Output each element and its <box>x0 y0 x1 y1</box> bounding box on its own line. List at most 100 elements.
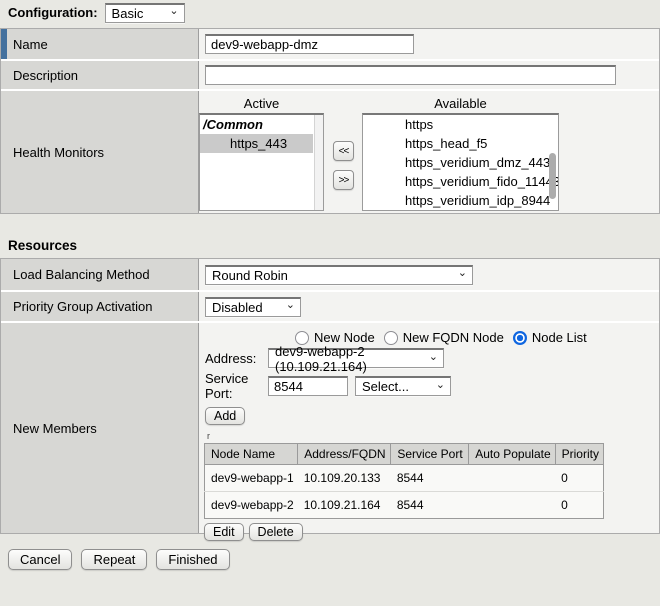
members-table: Node Name Address/FQDN Service Port Auto… <box>204 443 604 519</box>
available-monitors-listbox[interactable]: https https_head_f5 https_veridium_dmz_4… <box>362 113 559 211</box>
move-to-available-button[interactable]: >> <box>333 170 354 190</box>
chevron-down-icon: ⌄ <box>286 300 295 310</box>
members-header-node-name: Node Name <box>205 444 298 465</box>
description-label: Description <box>13 68 78 83</box>
active-listbox-scrollbar[interactable] <box>314 115 323 210</box>
member-auto-populate <box>469 492 555 519</box>
footer-actions: Cancel Repeat Finished <box>8 549 230 570</box>
member-node-name: dev9-webapp-1 <box>205 465 298 492</box>
load-balancing-row: Load Balancing Method Round Robin ⌄ <box>1 259 659 290</box>
cancel-button[interactable]: Cancel <box>8 549 72 570</box>
new-members-label-cell: New Members <box>1 323 199 533</box>
radio-button-icon[interactable] <box>513 331 527 345</box>
priority-group-select[interactable]: Disabled ⌄ <box>205 297 301 317</box>
stray-text: r <box>207 432 659 440</box>
available-monitors-column: Available https https_head_f5 https_veri… <box>362 95 559 211</box>
configuration-select-value: Basic <box>112 6 144 21</box>
member-row[interactable]: dev9-webapp-2 10.109.21.164 8544 0 <box>205 492 604 519</box>
name-value-cell <box>199 29 659 59</box>
member-service-port: 8544 <box>391 465 469 492</box>
available-monitor-item[interactable]: https_veridium_idp_8944 <box>363 191 558 210</box>
priority-group-label: Priority Group Activation <box>13 299 152 314</box>
chevron-down-icon: ⌄ <box>458 268 467 278</box>
port-preset-select[interactable]: Select... ⌄ <box>355 376 451 396</box>
available-monitor-item[interactable]: https_veridium_dmz_443 <box>363 153 558 172</box>
active-header: Active <box>244 95 279 112</box>
load-balancing-value-cell: Round Robin ⌄ <box>199 259 659 290</box>
health-monitors-row: Health Monitors Active /Common https_443… <box>1 89 659 213</box>
health-monitors-label: Health Monitors <box>13 145 104 160</box>
service-port-input[interactable] <box>268 376 348 396</box>
active-monitor-item[interactable]: https_443 <box>200 134 313 153</box>
pool-configuration-page: Configuration: Basic ⌄ Name Description <box>0 0 660 606</box>
resources-table: Load Balancing Method Round Robin ⌄ Prio… <box>0 258 660 534</box>
member-address: 10.109.20.133 <box>298 465 391 492</box>
name-row: Name <box>1 29 659 59</box>
description-row: Description <box>1 59 659 89</box>
members-header-service-port: Service Port <box>391 444 469 465</box>
chevron-down-icon: ⌄ <box>169 6 178 16</box>
radio-node-list[interactable]: Node List <box>513 330 587 345</box>
address-line: Address: dev9-webapp-2 (10.109.21.164) ⌄ <box>205 348 659 368</box>
address-select[interactable]: dev9-webapp-2 (10.109.21.164) ⌄ <box>268 348 444 368</box>
members-header-address: Address/FQDN <box>298 444 391 465</box>
member-auto-populate <box>469 465 555 492</box>
member-address: 10.109.21.164 <box>298 492 391 519</box>
priority-group-label-cell: Priority Group Activation <box>1 292 199 321</box>
name-label-cell: Name <box>1 29 199 59</box>
address-label: Address: <box>205 351 268 366</box>
active-monitors-listbox[interactable]: /Common https_443 <box>199 113 324 211</box>
available-monitor-item[interactable]: https <box>363 115 558 134</box>
configuration-label: Configuration: <box>8 5 98 20</box>
members-header-auto-populate: Auto Populate <box>469 444 555 465</box>
priority-group-row: Priority Group Activation Disabled ⌄ <box>1 290 659 321</box>
configuration-bar: Configuration: Basic ⌄ <box>8 2 185 23</box>
load-balancing-label-cell: Load Balancing Method <box>1 259 199 290</box>
delete-button[interactable]: Delete <box>249 523 303 541</box>
finished-button[interactable]: Finished <box>156 549 229 570</box>
new-members-label: New Members <box>13 421 97 436</box>
required-indicator <box>1 29 7 59</box>
address-select-value: dev9-webapp-2 (10.109.21.164) <box>275 344 423 374</box>
member-priority: 0 <box>555 492 603 519</box>
member-table-actions: Edit Delete <box>204 523 659 541</box>
add-button[interactable]: Add <box>205 407 245 425</box>
health-monitors-label-cell: Health Monitors <box>1 91 199 213</box>
resources-heading: Resources <box>8 238 77 253</box>
service-port-label: Service Port: <box>205 371 268 401</box>
priority-group-value-cell: Disabled ⌄ <box>199 292 659 321</box>
member-row[interactable]: dev9-webapp-1 10.109.20.133 8544 0 <box>205 465 604 492</box>
service-port-line: Service Port: Select... ⌄ <box>205 371 659 401</box>
available-listbox-scrollbar-thumb[interactable] <box>549 153 556 199</box>
member-node-name: dev9-webapp-2 <box>205 492 298 519</box>
members-header-priority: Priority <box>555 444 603 465</box>
name-input[interactable] <box>205 34 414 54</box>
members-table-header-row: Node Name Address/FQDN Service Port Auto… <box>205 444 604 465</box>
add-row: Add <box>205 407 659 425</box>
available-header: Available <box>434 95 487 112</box>
member-priority: 0 <box>555 465 603 492</box>
move-to-active-button[interactable]: << <box>333 141 354 161</box>
active-monitors-column: Active /Common https_443 <box>199 95 324 211</box>
monitor-move-buttons: << >> <box>333 141 354 190</box>
name-label: Name <box>13 37 48 52</box>
configuration-select[interactable]: Basic ⌄ <box>105 3 185 23</box>
available-monitor-item[interactable]: https_head_f5 <box>363 134 558 153</box>
radio-button-icon[interactable] <box>384 331 398 345</box>
edit-button[interactable]: Edit <box>204 523 244 541</box>
port-preset-select-value: Select... <box>362 379 409 394</box>
priority-group-select-value: Disabled <box>212 300 263 315</box>
repeat-button[interactable]: Repeat <box>81 549 147 570</box>
general-properties-table: Name Description Health Monitors Active <box>0 28 660 214</box>
load-balancing-select[interactable]: Round Robin ⌄ <box>205 265 473 285</box>
load-balancing-label: Load Balancing Method <box>13 267 150 282</box>
new-members-row: New Members New Node New FQDN Node Node … <box>1 321 659 533</box>
radio-button-icon[interactable] <box>295 331 309 345</box>
description-value-cell <box>199 61 659 89</box>
new-members-value-cell: New Node New FQDN Node Node List Address… <box>199 323 659 533</box>
health-monitors-value-cell: Active /Common https_443 << >> Available… <box>199 91 659 213</box>
available-monitor-item[interactable]: https_veridium_fido_11443 <box>363 172 558 191</box>
description-input[interactable] <box>205 65 616 85</box>
member-service-port: 8544 <box>391 492 469 519</box>
load-balancing-select-value: Round Robin <box>212 268 288 283</box>
